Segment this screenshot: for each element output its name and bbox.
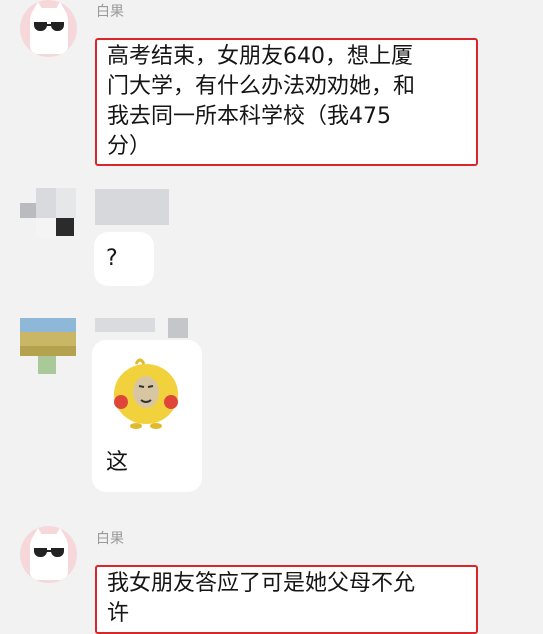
message-line: 门大学，有什么办法劝劝她，和 — [107, 74, 416, 99]
message-bubble[interactable]: 这 — [92, 340, 202, 492]
blurred-sender-name — [168, 318, 188, 338]
message-text: ? — [106, 246, 118, 271]
message-line: 高考结束，女朋友640，想上厦 — [107, 44, 413, 69]
blurred-sender-name — [95, 189, 169, 225]
message-line: 我女朋友答应了可是她父母不允 — [107, 571, 416, 596]
message-bubble-highlighted[interactable]: 高考结束，女朋友640，想上厦 门大学，有什么办法劝劝她，和 我去同一所本科学校… — [95, 38, 478, 166]
message-line: 我去同一所本科学校（我475 — [107, 104, 391, 129]
yellow-blob-meme-sticker — [114, 358, 178, 429]
message-bubble[interactable]: ? — [94, 232, 154, 286]
sender-name: 白果 — [96, 4, 124, 20]
pixelated-avatar-icon[interactable] — [20, 318, 76, 374]
message-bubble-highlighted[interactable]: 我女朋友答应了可是她父母不允 许 — [95, 565, 478, 634]
avatar-baiguo[interactable] — [20, 0, 77, 57]
avatar-baiguo[interactable] — [20, 526, 77, 583]
message-line: 分） — [107, 134, 152, 159]
cat-sunglasses-avatar-icon — [30, 528, 68, 580]
cat-sunglasses-avatar-icon — [30, 2, 68, 54]
sender-name: 白果 — [96, 531, 124, 547]
blurred-sender-name — [95, 318, 155, 332]
message-text: 这 — [106, 450, 129, 475]
pixelated-avatar-icon[interactable] — [20, 188, 76, 244]
message-line: 许 — [107, 601, 130, 626]
